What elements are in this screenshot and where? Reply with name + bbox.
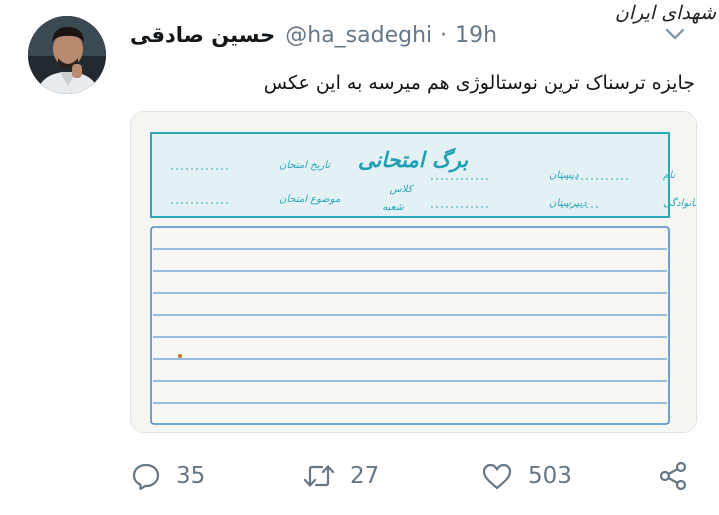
form-field-class: کلاس (390, 184, 415, 195)
watermark-logo: شهدای ایران (614, 2, 716, 24)
timestamp[interactable]: 19h (455, 23, 497, 48)
tweet-actions: 35 27 503 (0, 450, 719, 502)
reply-count: 35 (176, 463, 206, 489)
retweet-icon (302, 460, 336, 492)
share-button[interactable] (657, 450, 689, 502)
like-button[interactable]: 503 (480, 450, 572, 502)
avatar[interactable] (28, 16, 106, 94)
form-field-section: شعبه (382, 202, 404, 213)
form-field-subject: موضوع امتحان (279, 194, 341, 205)
retweet-count: 27 (350, 463, 380, 489)
like-icon (480, 460, 514, 492)
form-field-date: تاریخ امتحان (279, 160, 331, 171)
separator: · (440, 22, 448, 48)
author-handle[interactable]: @ha_sadeghi (285, 23, 432, 48)
retweet-button[interactable]: 27 (302, 450, 379, 502)
form-title: برگ امتحانی (358, 147, 469, 173)
reply-button[interactable]: 35 (130, 450, 205, 502)
form-field-school: دبستان (549, 170, 579, 181)
author-name[interactable]: حسین صادقی (130, 23, 275, 47)
like-count: 503 (528, 463, 572, 489)
form-field-name: نام (663, 170, 676, 181)
reply-icon (130, 460, 162, 492)
share-icon (657, 460, 689, 492)
tweet-media-image[interactable]: برگ امتحانی نام نام خانوادگی دبستان دبیر… (130, 111, 697, 433)
tweet-header: حسین صادقی @ha_sadeghi · 19h (130, 18, 497, 52)
form-field-family: نام خانوادگی (663, 197, 696, 209)
tweet-text: جایزه ترسناک ترین نوستالوژی هم میرسه به … (263, 72, 695, 94)
